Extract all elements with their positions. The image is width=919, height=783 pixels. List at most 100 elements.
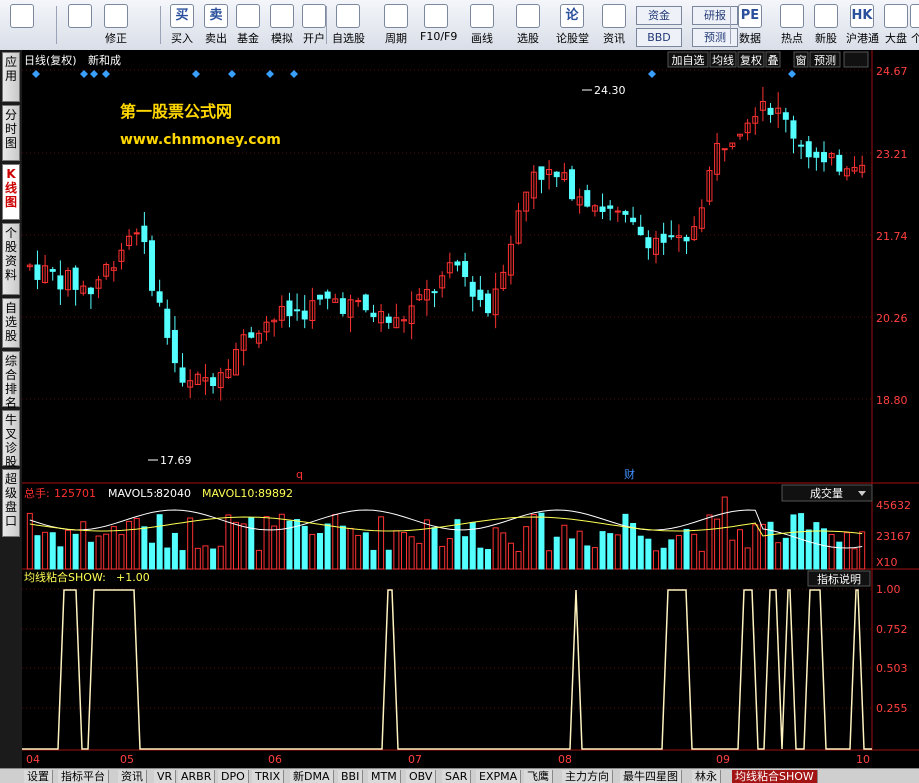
toolbar-button-16[interactable]: 热点 xyxy=(776,4,808,48)
toolbar-button-label: 选股 xyxy=(517,32,539,45)
toolbar-button-0[interactable] xyxy=(6,4,38,48)
lock-icon xyxy=(302,4,326,28)
buy-icon: 买 xyxy=(170,4,194,28)
candle-down xyxy=(248,332,255,338)
indicator-value: +1.00 xyxy=(116,571,150,584)
left-tab-3[interactable]: 个股资料 xyxy=(2,223,20,295)
volume-bar xyxy=(49,532,56,570)
bottom-tab-17[interactable]: 均线粘合SHOW xyxy=(732,770,818,783)
toolbar-small-button-0[interactable]: 资金 xyxy=(636,6,682,25)
toolbar-button-6[interactable]: 模拟 xyxy=(266,4,298,48)
price-axis-label: 20.26 xyxy=(876,312,908,325)
bottom-tab-5[interactable]: DPO xyxy=(218,770,249,783)
toolbar-small-button-1[interactable]: 研报 xyxy=(692,6,738,25)
volume-bar xyxy=(248,517,255,570)
bottom-tab-12[interactable]: EXPMA xyxy=(476,770,522,783)
left-tab-7[interactable]: 超级盘口 xyxy=(2,469,20,537)
candle-down xyxy=(767,107,774,115)
indicator-axis-label: 0.752 xyxy=(876,623,908,636)
bottom-tab-2[interactable]: 资讯 xyxy=(118,770,147,783)
toolbar-button-10[interactable]: F10/F9 xyxy=(420,4,457,48)
toolbar-button-8[interactable]: 自选股 xyxy=(332,4,365,48)
toolbar-button-12[interactable]: 选股 xyxy=(512,4,544,48)
toolbar-button-4[interactable]: 卖卖出 xyxy=(200,4,232,48)
left-tab-2[interactable]: K线图 xyxy=(2,164,20,220)
toolbar-button-3[interactable]: 买买入 xyxy=(166,4,198,48)
volume-bar xyxy=(607,533,614,570)
refresh-icon xyxy=(104,4,128,28)
left-tab-4[interactable]: 自选股 xyxy=(2,298,20,348)
candle-down xyxy=(538,166,545,180)
bottom-tab-9[interactable]: MTM xyxy=(368,770,401,783)
chart-period-label: 日线(复权) xyxy=(24,53,77,67)
toolbar-button-label: 热点 xyxy=(781,32,803,45)
toolbar-small-button-2[interactable]: BBD xyxy=(636,28,682,47)
candle-down xyxy=(836,154,843,172)
toolbar-button-5[interactable]: 基金 xyxy=(232,4,264,48)
candle-down xyxy=(569,169,575,200)
toolbar-button-18[interactable]: HK 沪港通 xyxy=(846,4,879,48)
indicator-axis-label: 0.255 xyxy=(876,702,908,715)
bottom-tab-3[interactable]: VR xyxy=(154,770,177,783)
bottom-tab-13[interactable]: 飞鹰 xyxy=(524,770,553,783)
bottom-tab-6[interactable]: TRIX xyxy=(252,770,285,783)
candle-down xyxy=(141,225,148,243)
toolbar-button-9[interactable]: 周期 xyxy=(380,4,412,48)
volume-bar xyxy=(339,525,346,570)
toolbar-button-label: 卖出 xyxy=(205,32,227,45)
bottom-tab-15[interactable]: 最牛四星图 xyxy=(620,770,682,783)
toolbar-button-20[interactable]: 个股 xyxy=(906,4,919,48)
toolbar-button-label: 资讯 xyxy=(603,32,625,45)
bottom-tab-1[interactable]: 指标平台 xyxy=(58,770,109,783)
main-toolbar: 修正买买入卖卖出 基金 模拟 开户 自选股 周期 F10/F9 画线 选股论论股堂 资讯 PE 数据热… xyxy=(0,0,919,51)
candle-down xyxy=(622,211,629,215)
bottom-tab-7[interactable]: 新DMA xyxy=(290,770,334,783)
toolbar-button-label: 个股 xyxy=(911,32,919,45)
x-axis-month-label: 06 xyxy=(268,753,282,766)
left-tab-0[interactable]: 应用 xyxy=(2,52,20,102)
volume-bar xyxy=(34,535,41,570)
toolbar-button-label: 新股 xyxy=(815,32,837,45)
toolbar-button-11[interactable]: 画线 xyxy=(466,4,498,48)
toolbar-button-15[interactable]: PE 数据 xyxy=(734,4,766,48)
candle-down xyxy=(782,112,789,120)
bottom-tab-8[interactable]: BBI xyxy=(338,770,364,783)
watermark-title: 第一股票公式网 xyxy=(120,102,232,121)
bottom-tab-10[interactable]: OBV xyxy=(406,770,437,783)
toolbar-button-2[interactable]: 修正 xyxy=(100,4,132,48)
bottom-tab-4[interactable]: ARBR xyxy=(178,770,216,783)
vol-total-label: 总手: xyxy=(24,486,50,500)
toolbar-small-button-3[interactable]: 预测 xyxy=(692,28,738,47)
price-axis-label: 23.21 xyxy=(876,148,908,161)
toolbar-separator xyxy=(326,6,327,44)
toolbar-button-13[interactable]: 论论股堂 xyxy=(556,4,589,48)
candle-up xyxy=(355,300,362,303)
left-tab-1[interactable]: 分时图 xyxy=(2,105,20,161)
toolbar-button-1[interactable] xyxy=(64,4,96,48)
bottom-tab-16[interactable]: 林永 xyxy=(692,770,721,783)
candle-down xyxy=(454,261,461,266)
bottom-tab-14[interactable]: 主力方向 xyxy=(562,770,613,783)
candle-down xyxy=(179,367,186,383)
menu-arrow-icon[interactable] xyxy=(843,51,869,68)
vol-ma10-label: MAVOL10: xyxy=(202,487,258,500)
header-button-label: 加自选 xyxy=(672,54,705,67)
volume-bar xyxy=(141,526,148,570)
hot-icon xyxy=(780,4,804,28)
x-axis-month-label: 07 xyxy=(408,753,422,766)
market-icon xyxy=(884,4,908,28)
volume-bar xyxy=(798,513,805,570)
volume-bar xyxy=(782,537,789,570)
left-tab-6[interactable]: 牛叉诊股 xyxy=(2,410,20,469)
clock-icon xyxy=(384,4,408,28)
toolbar-button-17[interactable]: 新股 xyxy=(810,4,842,48)
volume-bar xyxy=(171,532,178,570)
volume-bar xyxy=(210,548,217,570)
left-tab-5[interactable]: 综合排名 xyxy=(2,351,20,410)
news-icon xyxy=(602,4,626,28)
volume-bar xyxy=(87,541,94,570)
bottom-tab-11[interactable]: SAR xyxy=(442,770,472,783)
toolbar-button-14[interactable]: 资讯 xyxy=(598,4,630,48)
bottom-tab-0[interactable]: 设置 xyxy=(24,770,53,783)
candle-down xyxy=(301,310,308,320)
